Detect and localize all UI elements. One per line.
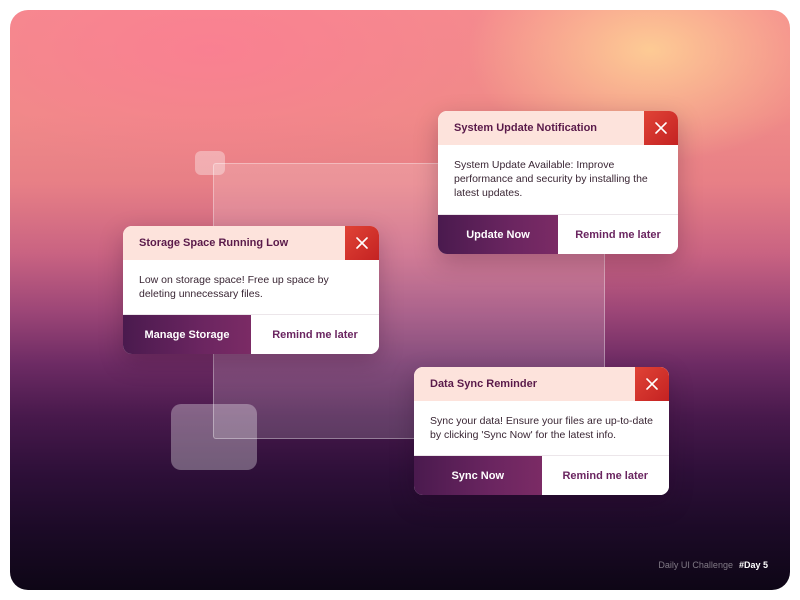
notification-title: Data Sync Reminder (430, 378, 537, 390)
close-icon (646, 378, 658, 390)
close-button[interactable] (635, 367, 669, 401)
challenge-label: Daily UI Challenge (658, 560, 733, 570)
glass-square-small-decoration (195, 151, 225, 175)
remind-later-button[interactable]: Remind me later (251, 315, 379, 354)
notification-message: System Update Available: Improve perform… (438, 145, 678, 215)
remind-later-button[interactable]: Remind me later (558, 215, 678, 254)
footer-credit: Daily UI Challenge #Day 5 (658, 560, 768, 570)
notification-message: Low on storage space! Free up space by d… (123, 260, 379, 315)
day-label: #Day 5 (738, 560, 768, 570)
update-now-button[interactable]: Update Now (438, 215, 558, 254)
notification-header: Data Sync Reminder (414, 367, 669, 401)
glass-square-large-decoration (171, 404, 257, 470)
notification-message: Sync your data! Ensure your files are up… (414, 401, 669, 456)
notification-actions: Manage Storage Remind me later (123, 315, 379, 354)
close-icon (356, 237, 368, 249)
close-button[interactable] (644, 111, 678, 145)
notification-message-text: Low on storage space! Free up space by d… (139, 274, 329, 300)
notification-message-text: Sync your data! Ensure your files are up… (430, 415, 653, 441)
close-icon (655, 122, 667, 134)
notification-actions: Update Now Remind me later (438, 215, 678, 254)
remind-later-button[interactable]: Remind me later (541, 456, 669, 495)
artboard-background: System Update Notification System Update… (10, 10, 790, 590)
sync-now-button[interactable]: Sync Now (414, 456, 542, 495)
notification-header: System Update Notification (438, 111, 678, 145)
data-sync-notification: Data Sync Reminder Sync your data! Ensur… (414, 367, 669, 495)
notification-title: Storage Space Running Low (139, 237, 289, 249)
manage-storage-button[interactable]: Manage Storage (123, 315, 251, 354)
notification-title: System Update Notification (454, 122, 598, 134)
storage-low-notification: Storage Space Running Low Low on storage… (123, 226, 379, 354)
notification-actions: Sync Now Remind me later (414, 456, 669, 495)
system-update-notification: System Update Notification System Update… (438, 111, 678, 254)
notification-message-text: System Update Available: Improve perform… (454, 159, 648, 199)
notification-header: Storage Space Running Low (123, 226, 379, 260)
close-button[interactable] (345, 226, 379, 260)
